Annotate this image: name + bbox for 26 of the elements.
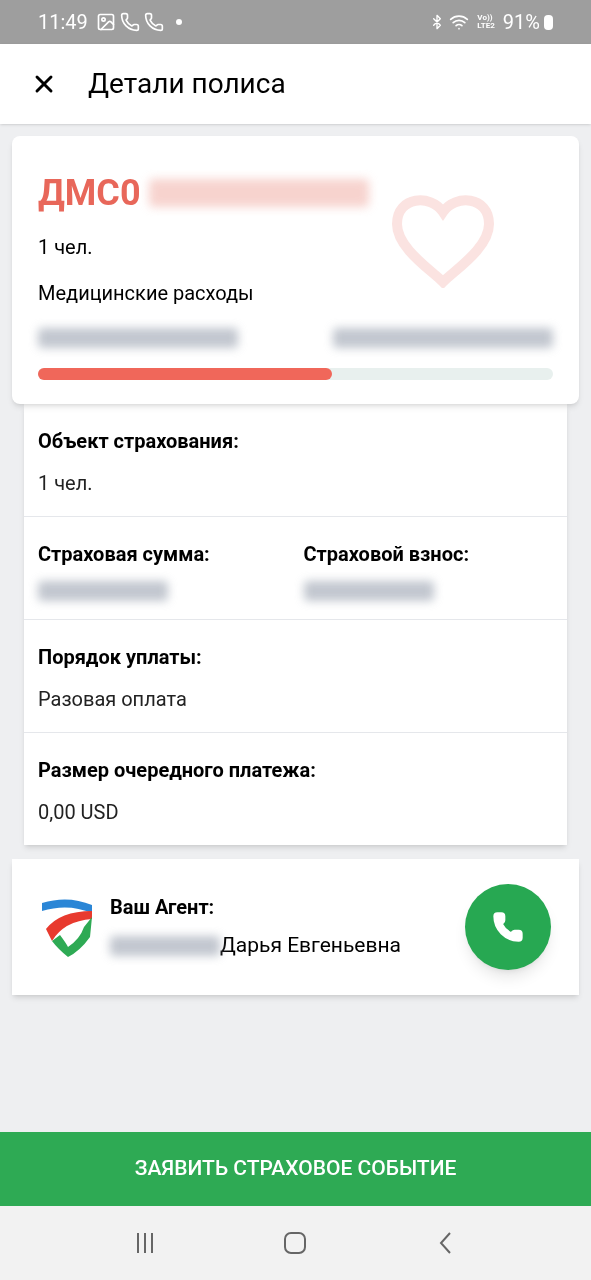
image-icon (95, 12, 116, 32)
status-time: 11:49 (38, 9, 88, 36)
field-label: Объект страхования: (38, 428, 240, 455)
wifi-icon (449, 12, 470, 32)
agent-label: Ваш Агент: (110, 894, 216, 922)
heart-icon (391, 192, 495, 288)
field-label: Страховой взнос: (303, 541, 470, 568)
field-label: Размер очередного платежа: (38, 757, 317, 784)
logo-icon (40, 897, 94, 957)
page-title: Детали полиса (88, 66, 286, 102)
field-value: 0,00 USD (38, 799, 120, 826)
program-name: Медицинские расходы (38, 280, 255, 307)
policy-number: ДМС0 (38, 171, 141, 216)
field-label: Страховая сумма: (38, 541, 211, 568)
field-value: 1 чел. (38, 470, 94, 497)
battery-percent: 91% (502, 9, 540, 36)
field-value: Разовая оплата (38, 686, 188, 713)
lte-label: LTE2 (477, 22, 495, 30)
home-icon[interactable] (283, 1231, 308, 1255)
insured-count: 1 чел. (38, 234, 94, 261)
field-label: Порядок уплаты: (38, 644, 203, 671)
agent-name: Дарья Евгеньевна (220, 932, 402, 960)
report-claim-button[interactable]: ЗАЯВИТЬ СТРАХОВОЕ СОБЫТИЕ (0, 1132, 591, 1206)
battery-icon (544, 14, 553, 30)
phone-icon (492, 911, 524, 943)
volte-label: Vo)) (477, 14, 494, 22)
